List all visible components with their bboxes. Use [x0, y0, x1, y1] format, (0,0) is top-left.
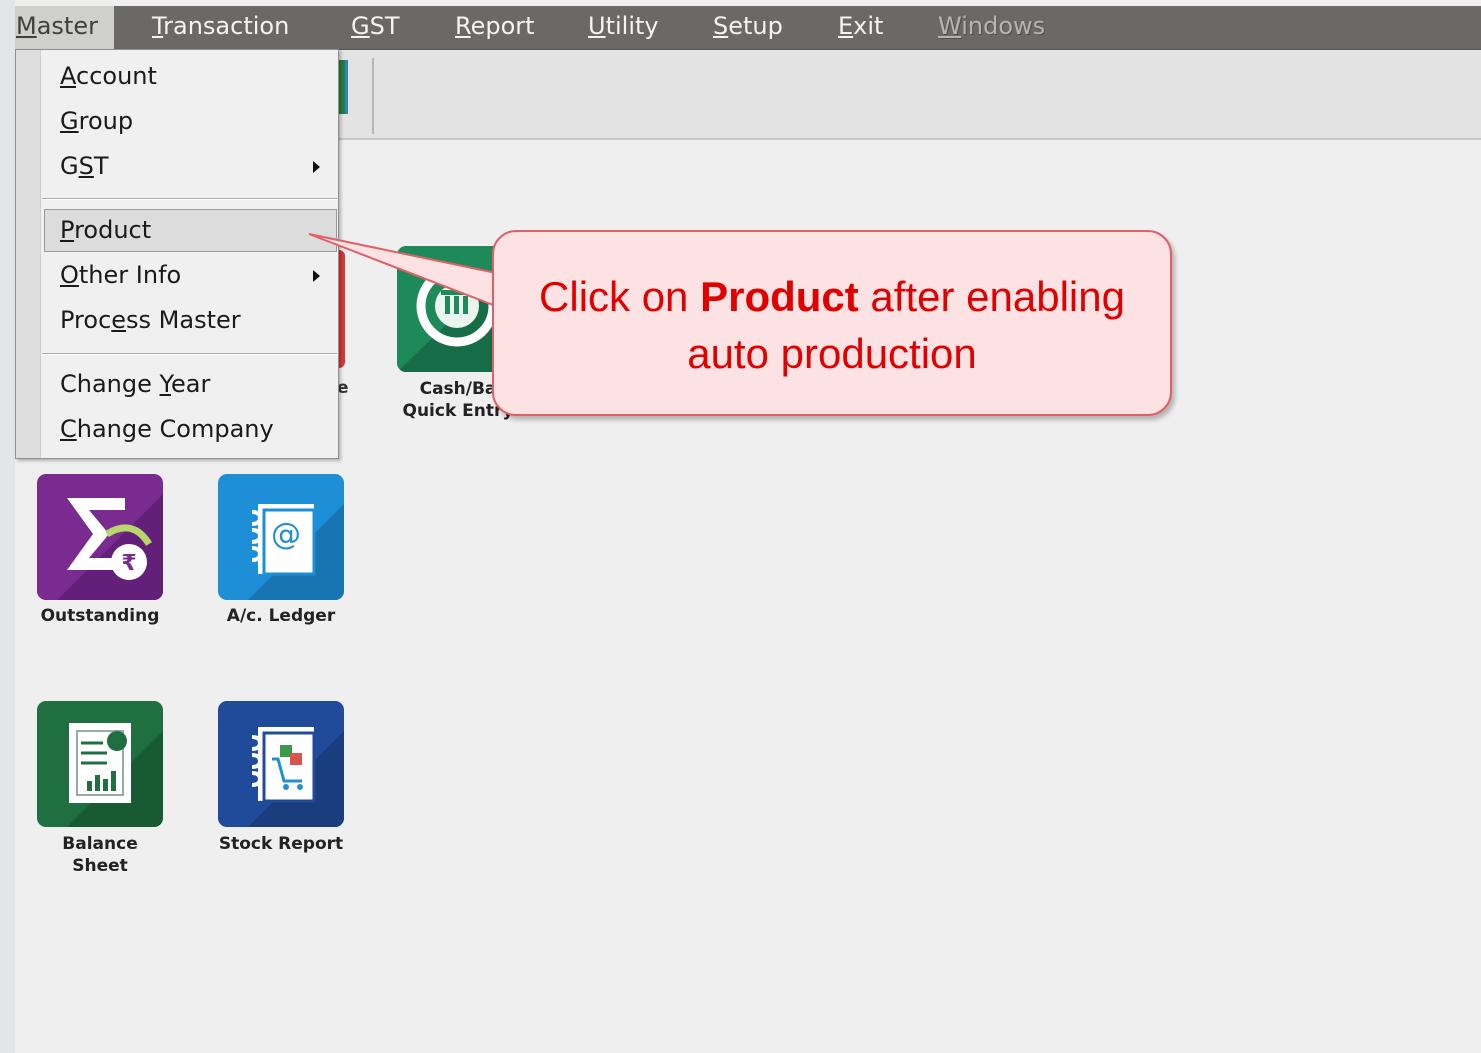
- menu-label-post: tility: [605, 12, 659, 40]
- menu-windows[interactable]: Windows: [938, 6, 1045, 49]
- menu-label-post: indows: [961, 12, 1046, 40]
- menu-mnemonic: G: [60, 107, 79, 135]
- menu-label-post: ther Info: [78, 261, 182, 289]
- menu-transaction[interactable]: Transaction: [152, 6, 289, 49]
- callout-pointer: [308, 233, 502, 310]
- menu-mnemonic: G: [351, 12, 370, 40]
- menu-report[interactable]: Report: [455, 6, 535, 49]
- menu-master[interactable]: Master: [15, 6, 114, 49]
- menu-mnemonic: E: [838, 12, 854, 40]
- menu-bar: Master Transaction GST Report Utility Se…: [15, 6, 1481, 50]
- balance-sheet-icon: [37, 701, 163, 827]
- menu-label-post: ear: [171, 370, 211, 398]
- ac-ledger-tile[interactable]: @: [218, 474, 344, 600]
- menu-label-pre: Proc: [60, 306, 112, 334]
- menu-mnemonic: W: [938, 12, 962, 40]
- stock-cart-icon: [218, 701, 344, 827]
- submenu-arrow-icon: [313, 161, 320, 173]
- svg-text:@: @: [271, 517, 301, 552]
- menu-gutter: [16, 50, 41, 458]
- menu-label-post: T: [93, 152, 109, 180]
- menu-setup[interactable]: Setup: [713, 6, 783, 49]
- menu-mnemonic: Y: [159, 370, 171, 398]
- menu-label-post: ST: [369, 12, 400, 40]
- menu-label-post: roup: [78, 107, 134, 135]
- instruction-callout: Click on Product after enabling auto pro…: [492, 230, 1172, 416]
- menu-label-pre: Change: [60, 370, 160, 398]
- menu-label-post: ss Master: [126, 306, 241, 334]
- menu-label-post: xit: [853, 12, 884, 40]
- callout-text-bold: Product: [700, 273, 859, 320]
- menu-item-process-master[interactable]: Process Master: [60, 300, 241, 340]
- menu-label-post: ransaction: [163, 12, 290, 40]
- balance-sheet-tile[interactable]: [37, 701, 163, 827]
- menu-label-post: aster: [36, 12, 98, 40]
- menu-separator: [42, 353, 337, 355]
- menu-mnemonic: T: [152, 12, 164, 40]
- menu-label-post: hange Company: [76, 415, 274, 443]
- menu-label-post: eport: [470, 12, 535, 40]
- master-dropdown-menu: Account Group GST Product Other Info Pro…: [15, 49, 339, 459]
- stock-report-tile[interactable]: [218, 701, 344, 827]
- outstanding-label: Outstanding: [40, 606, 160, 626]
- menu-item-account[interactable]: Account: [60, 56, 157, 96]
- menu-mnemonic: S: [78, 152, 94, 180]
- address-book-icon: @: [218, 474, 344, 600]
- sigma-rupee-icon: ₹: [37, 474, 163, 600]
- menu-item-group[interactable]: Group: [60, 101, 133, 141]
- menu-mnemonic: A: [60, 62, 76, 90]
- menu-label-post: roduct: [74, 216, 152, 244]
- menu-item-change-company[interactable]: Change Company: [60, 409, 274, 449]
- menu-item-other-info[interactable]: Other Info: [60, 255, 181, 295]
- menu-mnemonic: C: [60, 415, 77, 443]
- left-border: [0, 0, 15, 1053]
- callout-text: Click on Product after enabling auto pro…: [494, 268, 1170, 382]
- menu-item-gst[interactable]: GST: [60, 146, 109, 186]
- menu-mnemonic: O: [60, 261, 79, 289]
- menu-mnemonic: R: [455, 12, 471, 40]
- menu-mnemonic: e: [111, 306, 127, 334]
- menu-separator: [42, 198, 337, 200]
- stock-report-label: Stock Report: [218, 834, 344, 854]
- menu-mnemonic: S: [713, 12, 729, 40]
- svg-text:₹: ₹: [121, 551, 136, 576]
- menu-item-change-year[interactable]: Change Year: [60, 364, 210, 404]
- outstanding-tile[interactable]: ₹: [37, 474, 163, 600]
- ac-ledger-label: A/c. Ledger: [226, 606, 336, 626]
- menu-exit[interactable]: Exit: [838, 6, 883, 49]
- menu-utility[interactable]: Utility: [588, 6, 659, 49]
- menu-item-product[interactable]: Product: [60, 210, 151, 250]
- menu-label-post: etup: [728, 12, 783, 40]
- menu-mnemonic: P: [60, 216, 75, 244]
- toolbar-separator: [372, 58, 374, 134]
- menu-mnemonic: M: [16, 12, 37, 40]
- menu-label-pre: G: [60, 152, 79, 180]
- menu-label-post: ccount: [76, 62, 157, 90]
- menu-gst[interactable]: GST: [351, 6, 400, 49]
- callout-text-before: Click on: [539, 273, 701, 320]
- menu-mnemonic: U: [588, 12, 606, 40]
- balance-sheet-label: Balance Sheet: [62, 834, 138, 876]
